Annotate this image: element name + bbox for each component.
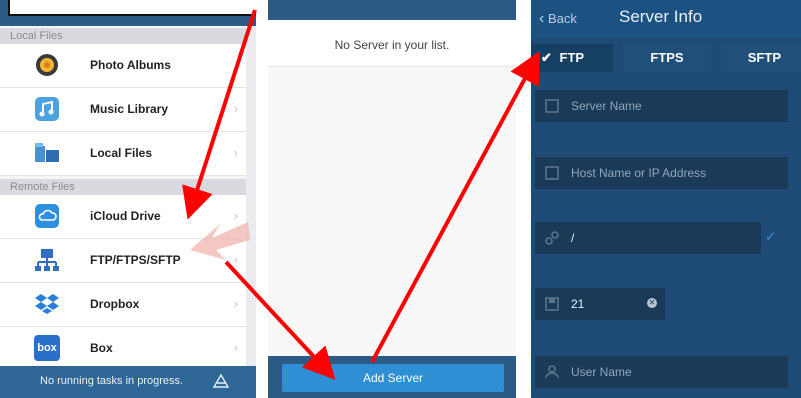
arrow-to-icloud [182, 9, 257, 220]
arrow-to-server-info [370, 50, 540, 363]
annotation-arrows [182, 9, 540, 380]
arrow-to-add-server [224, 260, 336, 380]
